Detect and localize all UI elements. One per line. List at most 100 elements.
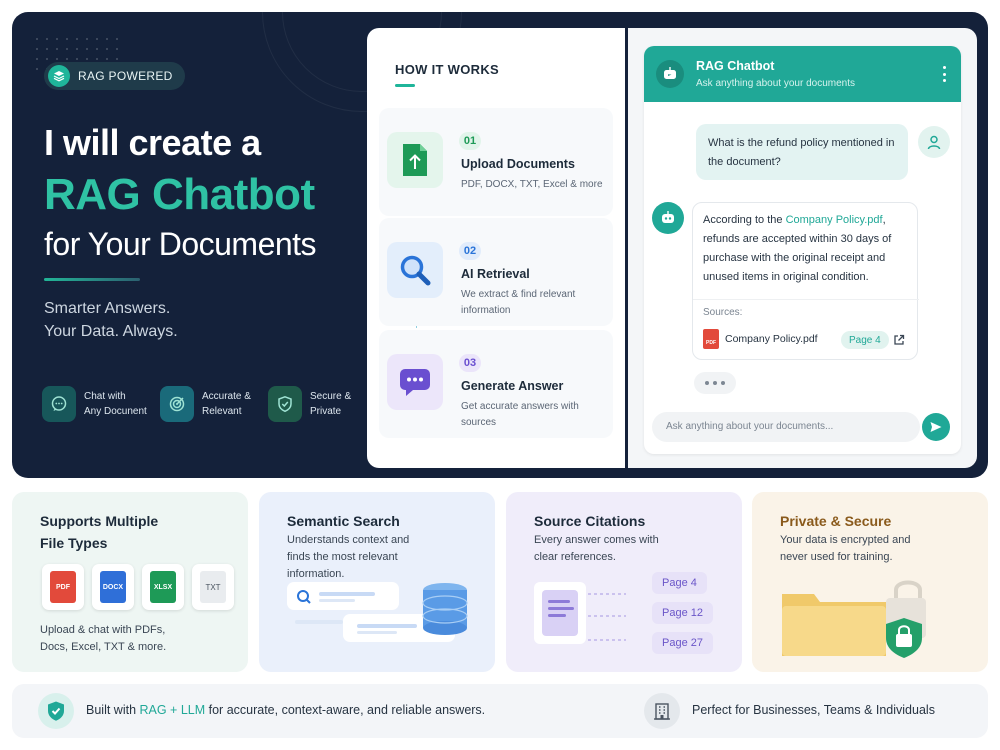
source-file-name: Company Policy.pdf bbox=[725, 333, 818, 345]
step-number: 03 bbox=[459, 354, 481, 372]
target-icon bbox=[160, 386, 194, 422]
card-title-line1: Supports Multiple bbox=[40, 513, 159, 529]
feature-secure-line1: Secure & bbox=[310, 391, 352, 402]
step-description: Get accurate answers with sources bbox=[461, 401, 579, 428]
step-title: AI Retrieval bbox=[461, 267, 530, 281]
building-icon bbox=[644, 693, 680, 729]
docx-file-icon: DOCX bbox=[92, 564, 134, 610]
headline-line-3: for Your Documents bbox=[44, 226, 317, 262]
card-title: Supports Multiple File Types bbox=[40, 510, 158, 554]
step-retrieval: 02 AI Retrieval We extract & find releva… bbox=[379, 218, 613, 326]
step-description: We extract & find relevant information bbox=[461, 289, 576, 316]
search-illustration bbox=[287, 582, 468, 642]
chatbot-window: RAG Chatbot Ask anything about your docu… bbox=[644, 46, 961, 454]
magnifier-icon bbox=[387, 242, 443, 298]
divider bbox=[693, 299, 919, 300]
card-caption: Upload & chat with PDFs, Docs, Excel, TXT… bbox=[40, 622, 166, 656]
txt-file-icon: TXT bbox=[192, 564, 234, 610]
step-upload: 01 Upload Documents PDF, DOCX, TXT, Exce… bbox=[379, 108, 613, 216]
desc-line2: finds the most relevant bbox=[287, 551, 398, 563]
feature-accurate: Accurate & Relevant bbox=[160, 386, 251, 422]
pdf-file-icon: PDF bbox=[703, 329, 719, 349]
document-citation-icon bbox=[534, 582, 626, 644]
xlsx-file-icon: XLSX bbox=[142, 564, 184, 610]
chat-header: RAG Chatbot Ask anything about your docu… bbox=[644, 46, 961, 102]
feature-accurate-line1: Accurate & bbox=[202, 391, 251, 402]
how-it-works-title: HOW IT WORKS bbox=[395, 62, 499, 77]
bot-message-prefix: According to the bbox=[703, 214, 786, 226]
footer-audience: Perfect for Businesses, Teams & Individu… bbox=[692, 703, 935, 717]
page-citation-pill: Page 12 bbox=[652, 602, 713, 624]
badge-label: RAG POWERED bbox=[78, 69, 173, 83]
source-page-badge: Page 4 bbox=[841, 331, 889, 349]
bot-message-highlight: Company Policy.pdf bbox=[785, 214, 883, 226]
rag-powered-badge: RAG POWERED bbox=[44, 62, 185, 90]
caption-line1: Upload & chat with PDFs, bbox=[40, 624, 166, 636]
footer-highlight: RAG + LLM bbox=[139, 703, 206, 717]
card-title-line2: File Types bbox=[40, 535, 108, 551]
footer-built-with: Built with RAG + LLM for accurate, conte… bbox=[86, 703, 485, 717]
sources-label: Sources: bbox=[703, 307, 743, 318]
desc-line2: never used for training. bbox=[780, 551, 893, 563]
shield-check-icon bbox=[268, 386, 302, 422]
bot-message-text: According to the Company Policy.pdf, ref… bbox=[703, 211, 911, 287]
feature-secure: Secure & Private bbox=[268, 386, 351, 422]
step-number: 01 bbox=[459, 132, 481, 150]
user-message: What is the refund policy mentioned in t… bbox=[696, 124, 908, 180]
chat-input[interactable]: Ask anything about your documents... bbox=[652, 412, 920, 442]
more-options-icon[interactable] bbox=[941, 66, 947, 82]
card-title: Source Citations bbox=[534, 513, 646, 529]
card-title: Semantic Search bbox=[287, 513, 400, 529]
chat-answer-icon bbox=[387, 354, 443, 410]
tagline-line-2: Your Data. Always. bbox=[44, 323, 178, 340]
step-title: Upload Documents bbox=[461, 157, 575, 171]
card-source-citations: Source Citations Every answer comes with… bbox=[506, 492, 742, 672]
headline-underline bbox=[44, 278, 140, 281]
card-private-secure: Private & Secure Your data is encrypted … bbox=[752, 492, 988, 672]
send-icon bbox=[930, 422, 942, 432]
external-link-icon[interactable] bbox=[893, 333, 905, 351]
page-citation-pill: Page 27 bbox=[652, 632, 713, 654]
file-type-label: TXT bbox=[200, 571, 226, 603]
user-avatar-icon bbox=[918, 126, 950, 158]
desc-line1: Your data is encrypted and bbox=[780, 534, 911, 546]
pdf-file-icon: PDF bbox=[42, 564, 84, 610]
how-it-works-panel: HOW IT WORKS 01 Upload Documents PDF, DO… bbox=[367, 28, 625, 468]
footer-bar: Built with RAG + LLM for accurate, conte… bbox=[12, 684, 988, 738]
headline-line-2: RAG Chatbot bbox=[44, 170, 315, 219]
desc-line2: clear references. bbox=[534, 551, 616, 563]
card-description: Every answer comes with clear references. bbox=[534, 532, 659, 566]
feature-accurate-line2: Relevant bbox=[202, 406, 242, 417]
feature-secure-line2: Private bbox=[310, 406, 342, 417]
file-type-label: XLSX bbox=[150, 571, 176, 603]
page-citation-pill: Page 4 bbox=[652, 572, 707, 594]
title-underline bbox=[395, 84, 415, 87]
source-file-link[interactable]: PDF Company Policy.pdf bbox=[703, 329, 818, 349]
card-title: Private & Secure bbox=[780, 513, 892, 529]
upload-document-icon bbox=[387, 132, 443, 188]
step-description: PDF, DOCX, TXT, Excel & more bbox=[461, 179, 603, 190]
secure-folder-icon bbox=[782, 580, 926, 658]
card-semantic-search: Semantic Search Understands context and f… bbox=[259, 492, 495, 672]
feature-chat-line1: Chat with bbox=[84, 391, 126, 402]
card-file-types: Supports Multiple File Types PDF DOCX XLS… bbox=[12, 492, 248, 672]
desc-line1: Understands context and bbox=[287, 534, 410, 546]
footer-prefix: Built with bbox=[86, 703, 140, 717]
bot-message: According to the Company Policy.pdf, ref… bbox=[692, 202, 919, 360]
chat-bubble-icon bbox=[42, 386, 76, 422]
bot-avatar-icon bbox=[656, 60, 684, 88]
headline-line-1: I will create a bbox=[44, 122, 261, 163]
feature-chat-line2: Any Docunent bbox=[84, 406, 147, 417]
footer-suffix: for accurate, context-aware, and reliabl… bbox=[205, 703, 486, 717]
feature-chat: Chat with Any Docunent bbox=[42, 386, 147, 422]
chat-title: RAG Chatbot bbox=[696, 59, 775, 73]
bot-avatar-icon bbox=[652, 202, 684, 234]
file-type-label: PDF bbox=[50, 571, 76, 603]
shield-check-icon bbox=[38, 693, 74, 729]
chat-subtitle: Ask anything about your documents bbox=[696, 78, 855, 89]
step-number: 02 bbox=[459, 242, 481, 260]
desc-line1: Every answer comes with bbox=[534, 534, 659, 546]
tagline-line-1: Smarter Answers. bbox=[44, 300, 171, 317]
send-button[interactable] bbox=[922, 413, 950, 441]
file-type-label: DOCX bbox=[100, 571, 126, 603]
